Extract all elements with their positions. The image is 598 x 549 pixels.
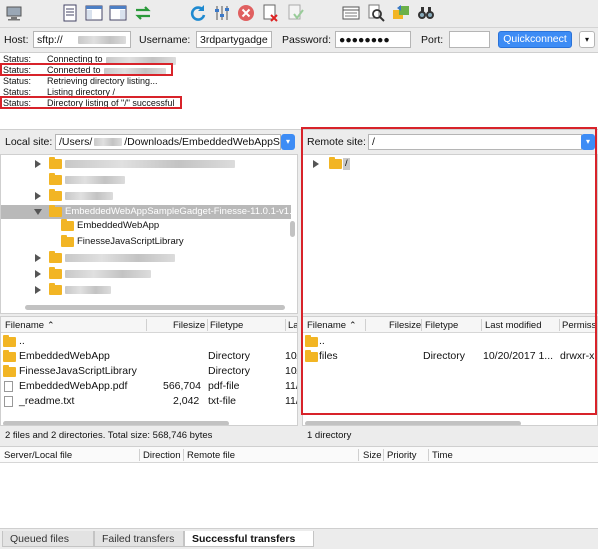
quickconnect-history-dropdown[interactable]: ▾ [579, 31, 595, 48]
remote-list-horizontal-scrollbar[interactable] [305, 421, 521, 425]
tree-item[interactable] [1, 157, 291, 171]
quickconnect-button[interactable]: Quickconnect [498, 31, 572, 48]
tree-item[interactable]: EmbeddedWebApp [1, 219, 291, 233]
file-row[interactable]: EmbeddedWebApp Directory10/ [1, 349, 297, 364]
reconnect-icon[interactable] [286, 3, 306, 23]
local-file-list[interactable]: Filename ⌃ Filesize Filetype La .. Embed… [0, 316, 298, 426]
search-icon[interactable] [366, 3, 386, 23]
find-files-icon[interactable] [416, 3, 436, 23]
refresh-icon[interactable] [188, 3, 208, 23]
local-tree-vertical-scrollbar[interactable] [290, 221, 295, 237]
directory-compare-icon[interactable] [341, 3, 361, 23]
toggle-local-tree-icon[interactable] [84, 3, 104, 23]
username-label: Username: [139, 34, 191, 46]
local-status: 2 files and 2 directories. Total size: 5… [0, 428, 298, 444]
file-icon [4, 396, 13, 407]
file-row[interactable]: FinesseJavaScriptLibrary Directory10/ [1, 364, 297, 379]
remote-status: 1 directory [302, 428, 598, 444]
host-label: Host: [4, 34, 29, 46]
column-last-modified[interactable]: La [288, 320, 297, 331]
column-filetype[interactable]: Filetype [210, 320, 243, 331]
local-site-path[interactable]: /Users//Downloads/EmbeddedWebAppS [55, 134, 281, 150]
tree-item[interactable] [1, 283, 291, 297]
queue-header: Server/Local file Direction Remote file … [0, 447, 598, 463]
file-row[interactable]: .. [1, 334, 297, 349]
message-log: Status: Connecting to Status: Connected to… [0, 52, 598, 130]
toolbar [0, 0, 598, 26]
username-input[interactable] [196, 31, 272, 48]
tree-item[interactable]: FinesseJavaScriptLibrary [1, 235, 291, 249]
column-filesize[interactable]: Filesize [173, 320, 205, 331]
local-list-horizontal-scrollbar[interactable] [3, 421, 229, 425]
column-remote-file[interactable]: Remote file [187, 450, 235, 461]
sync-browse-icon[interactable] [391, 3, 411, 23]
highlight-connected [0, 63, 173, 76]
file-icon [4, 381, 13, 392]
local-site-label: Local site: [5, 136, 53, 148]
tree-item[interactable] [1, 251, 291, 265]
sort-ascending-icon: ⌃ [47, 320, 55, 330]
quickconnect-bar: Host: Username: Password: Port: Quickcon… [0, 27, 598, 51]
queue-tabs: Queued files Failed transfers Successful… [0, 528, 598, 549]
site-manager-icon[interactable] [4, 3, 24, 23]
disconnect-icon[interactable] [261, 3, 281, 23]
tab-failed-transfers[interactable]: Failed transfers [94, 531, 184, 547]
port-label: Port: [421, 34, 444, 46]
tree-item[interactable] [1, 189, 291, 203]
highlight-listing-successful [0, 96, 182, 109]
column-direction[interactable]: Direction [143, 450, 181, 461]
column-server-local-file[interactable]: Server/Local file [4, 450, 72, 461]
highlight-remote-panel [301, 127, 597, 415]
password-label: Password: [282, 34, 332, 46]
local-tree-horizontal-scrollbar[interactable] [25, 305, 285, 310]
password-input[interactable] [335, 31, 411, 48]
tree-item[interactable] [1, 173, 291, 187]
local-list-header: Filename ⌃ Filesize Filetype La [1, 317, 297, 333]
tree-item[interactable] [1, 267, 291, 281]
column-priority[interactable]: Priority [387, 450, 417, 461]
local-site-bar: Local site: /Users//Downloads/EmbeddedWe… [0, 131, 298, 153]
local-site-dropdown[interactable]: ▾ [281, 134, 295, 150]
tab-successful-transfers[interactable]: Successful transfers [184, 531, 314, 547]
cancel-icon[interactable] [236, 3, 256, 23]
port-input[interactable] [449, 31, 490, 48]
tree-item-selected[interactable]: EmbeddedWebAppSampleGadget-Finesse-11.0.… [1, 205, 297, 219]
toggle-queue-icon[interactable] [133, 3, 153, 23]
file-row[interactable]: _readme.txt 2,042 txt-file 11/ [1, 394, 297, 409]
column-size[interactable]: Size [363, 450, 381, 461]
tab-queued-files[interactable]: Queued files [2, 531, 94, 547]
file-row[interactable]: EmbeddedWebApp.pdf 566,704 pdf-file 11/ [1, 379, 297, 394]
local-directory-tree[interactable]: EmbeddedWebAppSampleGadget-Finesse-11.0.… [0, 154, 298, 314]
toggle-log-icon[interactable] [60, 3, 80, 23]
filter-icon[interactable] [212, 3, 232, 23]
column-filename[interactable]: Filename [5, 320, 44, 331]
transfer-queue[interactable]: Server/Local file Direction Remote file … [0, 446, 598, 528]
toggle-remote-tree-icon[interactable] [108, 3, 128, 23]
redacted-host [78, 36, 126, 44]
log-line: Status: Retrieving directory listing... [3, 76, 158, 86]
column-time[interactable]: Time [432, 450, 453, 461]
